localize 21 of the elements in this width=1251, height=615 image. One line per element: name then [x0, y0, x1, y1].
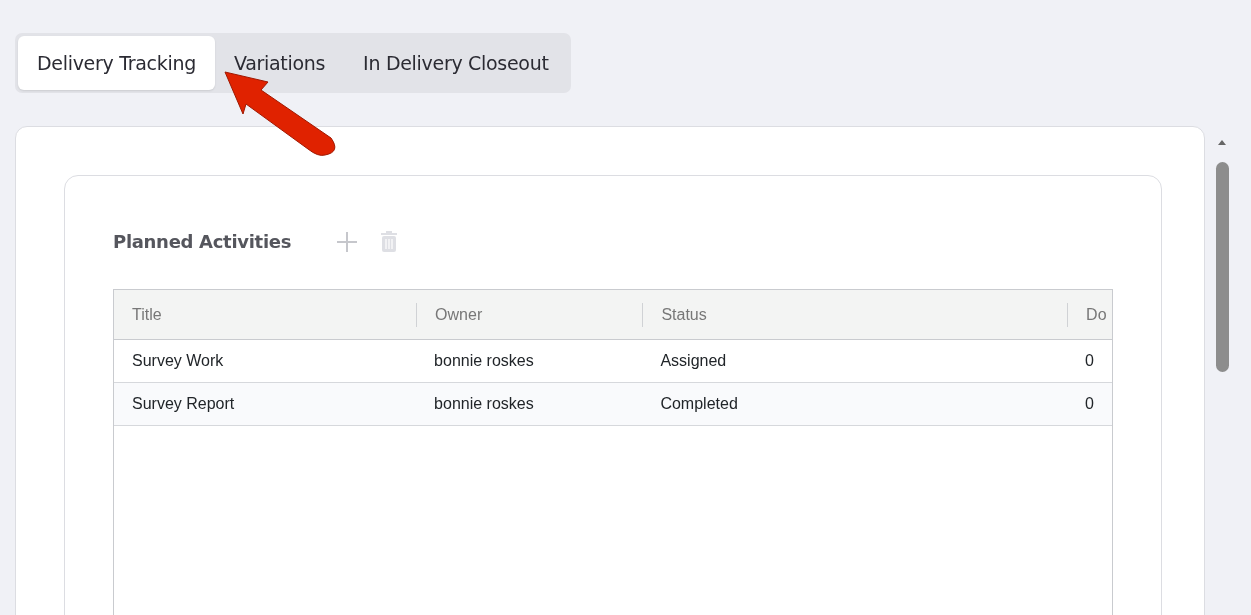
table-row[interactable]: Survey Report bonnie roskes Completed 0	[114, 383, 1112, 426]
table-cell: Completed	[660, 395, 738, 412]
column-header[interactable]: Status	[661, 305, 707, 323]
scroll-up-icon[interactable]	[1216, 138, 1228, 147]
column-header[interactable]: Do	[1086, 305, 1107, 323]
scroll-thumb[interactable]	[1216, 162, 1229, 372]
table-cell: bonnie roskes	[434, 352, 534, 369]
table-cell: Assigned	[660, 352, 727, 369]
column-header[interactable]: Title	[132, 305, 162, 323]
add-icon[interactable]	[336, 230, 359, 253]
table-cell: Survey Work	[132, 352, 224, 369]
table-cell: bonnie roskes	[434, 395, 534, 412]
section-title: Planned Activities	[113, 230, 292, 254]
column-header[interactable]: Owner	[435, 305, 483, 323]
tab[interactable]: In Delivery Closeout	[344, 36, 568, 90]
trash-icon[interactable]	[380, 230, 399, 253]
table-cell: Survey Report	[132, 395, 235, 412]
table-cell: 0	[1085, 352, 1094, 369]
tab[interactable]: Delivery Tracking	[18, 36, 215, 90]
table-cell: 0	[1085, 395, 1094, 412]
tab[interactable]: Variations	[214, 36, 345, 90]
